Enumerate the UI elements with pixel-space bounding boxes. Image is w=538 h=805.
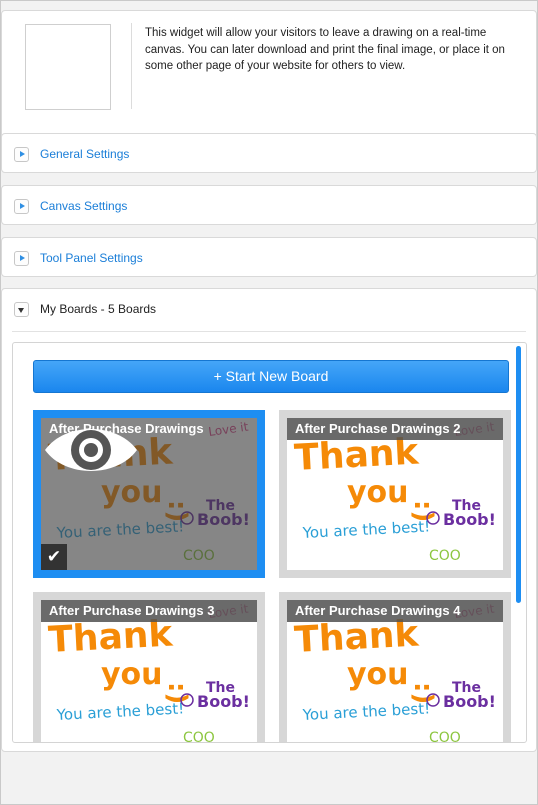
general-settings-section[interactable]: General Settings (1, 133, 537, 173)
drawing-subtitle: You are the best! (55, 699, 184, 724)
widget-intro-panel: This widget will allow your visitors to … (1, 10, 537, 149)
checkmark-icon: ✔ (41, 544, 67, 570)
board-card[interactable]: Love itThankyou:)TheBoob!You are the bes… (33, 410, 265, 578)
drawing-image: Love itThankyou:)TheBoob!You are the bes… (293, 419, 496, 564)
drawing-doodle: COO (183, 730, 215, 743)
eye-icon[interactable] (41, 418, 141, 482)
canvas-settings-section[interactable]: Canvas Settings (1, 185, 537, 225)
board-title: After Purchase Drawings 3 (41, 600, 257, 622)
widget-description: This widget will allow your visitors to … (145, 27, 505, 72)
divider (12, 331, 526, 332)
triangle-right-icon[interactable] (14, 251, 29, 266)
triangle-right-icon[interactable] (14, 147, 29, 162)
scrollbar-thumb[interactable] (516, 346, 521, 603)
triangle-down-icon[interactable] (14, 302, 29, 317)
board-title: After Purchase Drawings 4 (287, 600, 503, 622)
widget-thumbnail (25, 24, 111, 110)
board-card[interactable]: Love itThankyou:)TheBoob!You are the bes… (279, 410, 511, 578)
divider (131, 23, 132, 109)
general-settings-label[interactable]: General Settings (40, 147, 129, 161)
board-thumbnail[interactable]: Love itThankyou:)TheBoob!You are the bes… (287, 600, 503, 743)
my-boards-label[interactable]: My Boards - 5 Boards (40, 302, 156, 316)
board-thumbnail[interactable]: Love itThankyou:)TheBoob!You are the bes… (41, 418, 257, 570)
drawing-signature-name: Boob! (443, 692, 496, 711)
board-card[interactable]: Love itThankyou:)TheBoob!You are the bes… (33, 592, 265, 743)
board-card[interactable]: Love itThankyou:)TheBoob!You are the bes… (279, 592, 511, 743)
tool-panel-settings-section[interactable]: Tool Panel Settings (1, 237, 537, 277)
drawing-line2: you (347, 475, 409, 510)
drawing-line2: you (101, 657, 163, 692)
triangle-right-icon[interactable] (14, 199, 29, 214)
drawing-signature-name: Boob! (443, 510, 496, 529)
tool-panel-settings-label[interactable]: Tool Panel Settings (40, 251, 143, 265)
drawing-doodle: COO (429, 548, 461, 564)
drawing-subtitle: You are the best! (301, 517, 430, 542)
board-thumbnail[interactable]: Love itThankyou:)TheBoob!You are the bes… (41, 600, 257, 743)
drawing-signature-name: Boob! (197, 692, 250, 711)
start-new-board-button[interactable]: + Start New Board (33, 360, 509, 393)
drawing-subtitle: You are the best! (301, 699, 430, 724)
drawing-line2: you (347, 657, 409, 692)
boards-list[interactable]: + Start New Board Love itThankyou:)TheBo… (12, 342, 527, 743)
my-boards-section: My Boards - 5 Boards + Start New Board L… (1, 288, 537, 752)
board-thumbnail[interactable]: Love itThankyou:)TheBoob!You are the bes… (287, 418, 503, 570)
drawing-doodle: COO (429, 730, 461, 743)
board-title: After Purchase Drawings 2 (287, 418, 503, 440)
canvas-settings-label[interactable]: Canvas Settings (40, 199, 127, 213)
